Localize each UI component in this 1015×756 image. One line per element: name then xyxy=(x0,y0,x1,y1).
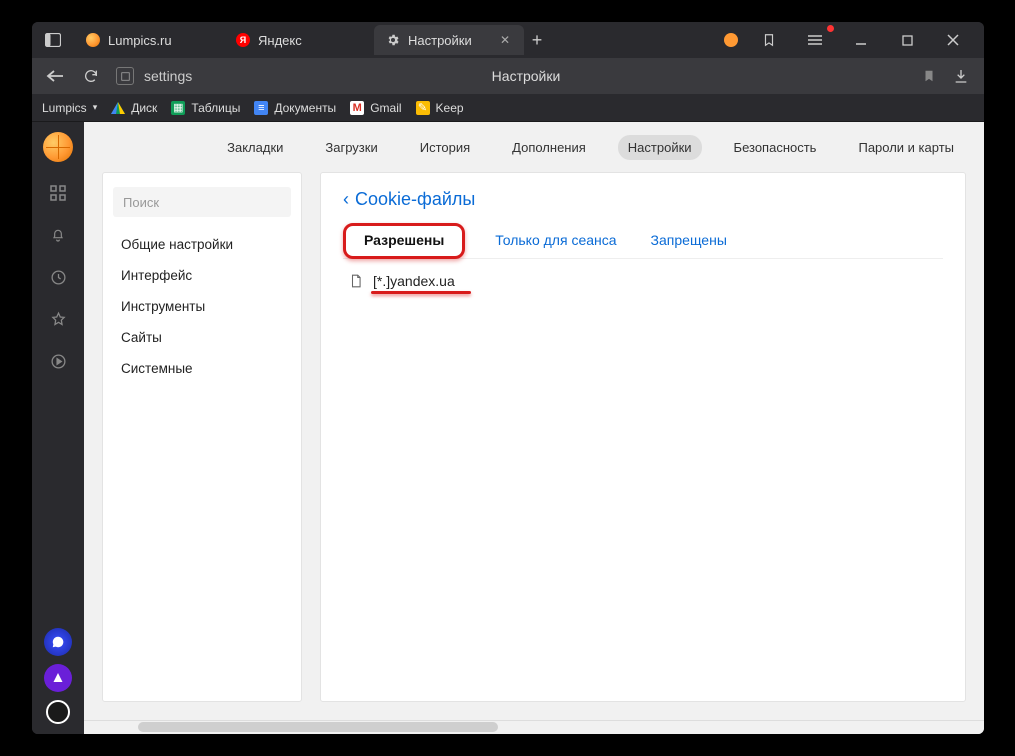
nav-bookmarks[interactable]: Закладки xyxy=(217,135,293,160)
subtab-session[interactable]: Только для сеанса xyxy=(491,224,620,258)
bookmarks-folder[interactable]: Lumpics ▾ xyxy=(42,101,97,115)
tabs-strip: Lumpics.ru Я Яндекс Настройки ✕ + xyxy=(74,25,724,55)
horizontal-scrollbar[interactable] xyxy=(84,720,984,734)
bookmark-label: Диск xyxy=(131,101,157,115)
sidebar-item-general[interactable]: Общие настройки xyxy=(103,229,301,260)
nav-security[interactable]: Безопасность xyxy=(724,135,827,160)
search-placeholder: Поиск xyxy=(123,195,159,210)
highlight-annotation: Разрешены xyxy=(343,223,465,259)
folder-label: Lumpics xyxy=(42,101,87,115)
keep-icon: ✎ xyxy=(416,101,430,115)
settings-content: Закладки Загрузки История Дополнения Нас… xyxy=(84,122,984,734)
settings-search-input[interactable]: Поиск xyxy=(113,187,291,217)
site-info-icon[interactable] xyxy=(116,67,134,85)
tableau-icon[interactable] xyxy=(47,182,69,204)
bell-icon[interactable] xyxy=(47,224,69,246)
browser-window: Lumpics.ru Я Яндекс Настройки ✕ + xyxy=(32,22,984,734)
bookmark-label: Gmail xyxy=(370,101,401,115)
sidebar-item-interface[interactable]: Интерфейс xyxy=(103,260,301,291)
docs-icon: ≡ xyxy=(254,101,268,115)
tab-yandex[interactable]: Я Яндекс xyxy=(224,25,374,55)
bookmark-sheets[interactable]: ▦ Таблицы xyxy=(171,101,240,115)
bookmarks-flag-icon[interactable] xyxy=(754,27,784,53)
bookmarks-bar: Lumpics ▾ Диск ▦ Таблицы ≡ Документы M G… xyxy=(32,94,984,122)
gear-icon xyxy=(386,33,400,47)
messenger-icon[interactable] xyxy=(44,628,72,656)
reload-button[interactable] xyxy=(80,65,102,87)
back-button[interactable] xyxy=(44,65,66,87)
yandex-round-icon[interactable] xyxy=(46,700,70,724)
nav-history[interactable]: История xyxy=(410,135,480,160)
url-field[interactable]: settings Настройки xyxy=(116,63,936,89)
extensions-icon[interactable] xyxy=(800,27,830,53)
nav-settings[interactable]: Настройки xyxy=(618,135,702,160)
cookie-entry[interactable]: [*.]yandex.ua xyxy=(343,259,943,291)
minimize-button[interactable] xyxy=(846,27,876,53)
sheets-icon: ▦ xyxy=(171,101,185,115)
tab-label: Lumpics.ru xyxy=(108,33,172,48)
star-icon[interactable] xyxy=(47,308,69,330)
nav-downloads[interactable]: Загрузки xyxy=(315,135,387,160)
bookmark-gmail[interactable]: M Gmail xyxy=(350,101,401,115)
bookmark-label: Документы xyxy=(274,101,336,115)
bookmark-keep[interactable]: ✎ Keep xyxy=(416,101,464,115)
breadcrumb-back[interactable]: ‹ Cookie-файлы xyxy=(343,189,943,210)
settings-detail-panel: ‹ Cookie-файлы Разрешены Только для сеан… xyxy=(320,172,966,702)
settings-panels: Поиск Общие настройки Интерфейс Инструме… xyxy=(84,172,984,720)
bookmark-docs[interactable]: ≡ Документы xyxy=(254,101,336,115)
favicon-lumpics xyxy=(86,33,100,47)
tab-settings[interactable]: Настройки ✕ xyxy=(374,25,524,55)
cookie-domain: [*.]yandex.ua xyxy=(373,273,455,289)
bookmark-label: Таблицы xyxy=(191,101,240,115)
sidebar-item-system[interactable]: Системные xyxy=(103,353,301,384)
subtab-allowed[interactable]: Разрешены xyxy=(360,224,448,258)
maximize-button[interactable] xyxy=(892,27,922,53)
document-icon xyxy=(349,273,363,289)
chevron-down-icon: ▾ xyxy=(93,102,98,113)
downloads-button[interactable] xyxy=(950,65,972,87)
vertical-sidebar xyxy=(32,122,84,734)
sidebar-dock xyxy=(44,628,72,724)
addressbar: settings Настройки xyxy=(32,58,984,94)
page-title: Настройки xyxy=(492,68,561,84)
disk-icon xyxy=(111,101,125,115)
main-area: Закладки Загрузки История Дополнения Нас… xyxy=(32,122,984,734)
tab-lumpics[interactable]: Lumpics.ru xyxy=(74,25,224,55)
sidebar-item-tools[interactable]: Инструменты xyxy=(103,291,301,322)
titlebar-controls xyxy=(724,27,976,53)
alice-icon[interactable] xyxy=(44,664,72,692)
titlebar: Lumpics.ru Я Яндекс Настройки ✕ + xyxy=(32,22,984,58)
highlight-underline xyxy=(371,291,471,294)
close-icon[interactable]: ✕ xyxy=(498,33,512,47)
chevron-left-icon: ‹ xyxy=(343,189,349,210)
url-text: settings xyxy=(144,68,192,84)
new-tab-button[interactable]: + xyxy=(524,27,550,53)
tab-label: Настройки xyxy=(408,33,472,48)
history-icon[interactable] xyxy=(47,266,69,288)
site-logo-icon[interactable] xyxy=(43,132,73,162)
play-icon[interactable] xyxy=(47,350,69,372)
breadcrumb-label: Cookie-файлы xyxy=(355,189,475,210)
nav-addons[interactable]: Дополнения xyxy=(502,135,596,160)
bookmark-label: Keep xyxy=(436,101,464,115)
close-button[interactable] xyxy=(938,27,968,53)
profile-icon[interactable] xyxy=(724,33,738,47)
bookmark-disk[interactable]: Диск xyxy=(111,101,157,115)
gmail-icon: M xyxy=(350,101,364,115)
settings-sidebar: Поиск Общие настройки Интерфейс Инструме… xyxy=(102,172,302,702)
subtab-blocked[interactable]: Запрещены xyxy=(647,224,731,258)
sidebar-toggle-button[interactable] xyxy=(40,27,66,53)
favicon-yandex: Я xyxy=(236,33,250,47)
tab-label: Яндекс xyxy=(258,33,302,48)
cookie-subtabs: Разрешены Только для сеанса Запрещены xyxy=(343,224,943,259)
bookmark-star-icon[interactable] xyxy=(922,68,936,84)
sidebar-item-sites[interactable]: Сайты xyxy=(103,322,301,353)
scrollbar-thumb[interactable] xyxy=(138,722,498,732)
nav-passwords[interactable]: Пароли и карты xyxy=(848,135,964,160)
notification-badge xyxy=(827,25,834,32)
settings-topnav: Закладки Загрузки История Дополнения Нас… xyxy=(84,122,984,172)
